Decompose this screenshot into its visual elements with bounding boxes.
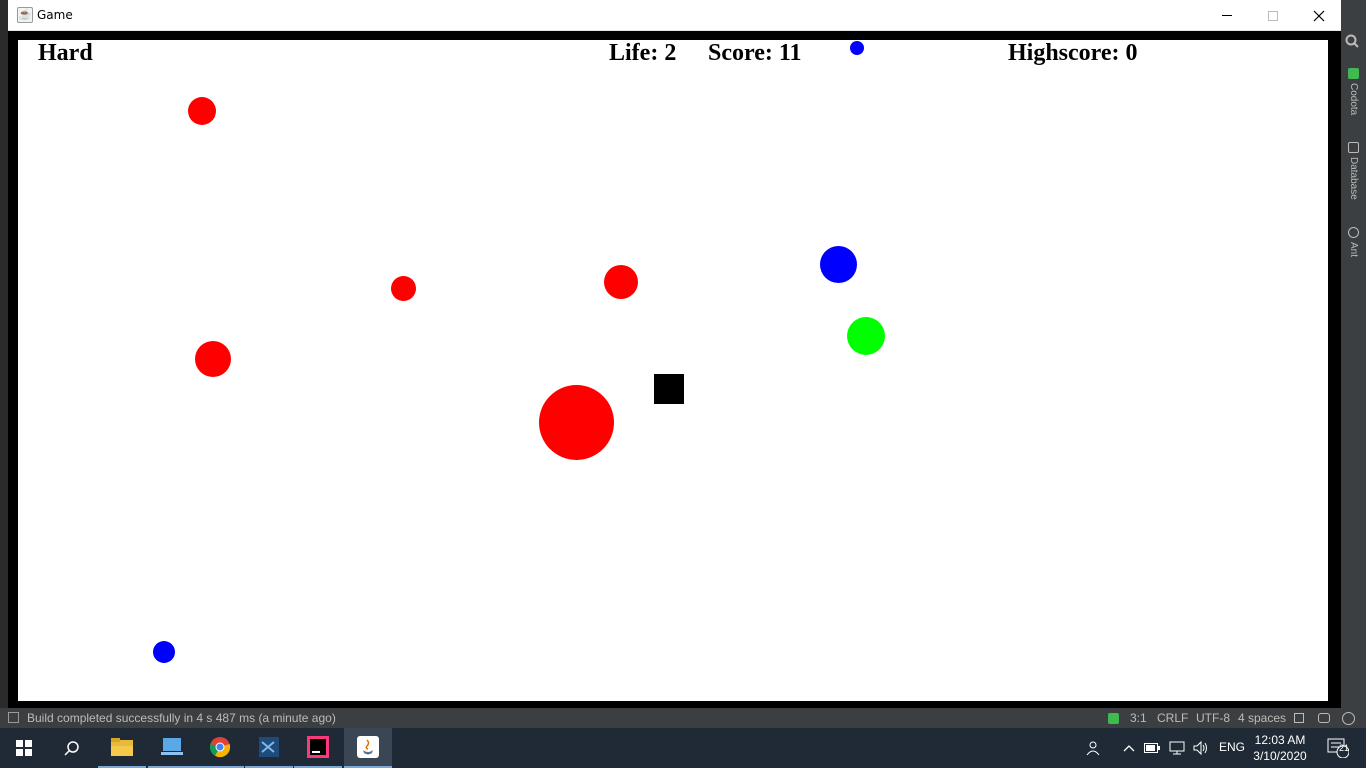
- clock-date: 3/10/2020: [1253, 749, 1307, 763]
- difficulty-label: Hard: [38, 40, 93, 66]
- codota-tool[interactable]: Codota: [1341, 68, 1366, 115]
- chrome-icon: [209, 737, 231, 758]
- network-button[interactable]: [1166, 728, 1188, 768]
- vscode-button[interactable]: [245, 728, 293, 768]
- build-status-message[interactable]: Build completed successfully in 4 s 487 …: [27, 711, 336, 725]
- blue-ball: [153, 641, 175, 663]
- language-indicator[interactable]: ENG: [1219, 740, 1245, 754]
- maximize-icon: [1268, 10, 1278, 21]
- java-icon: [357, 736, 379, 758]
- database-icon: [1348, 142, 1359, 153]
- codota-status-icon[interactable]: [1108, 713, 1119, 724]
- ide-tool-strip: Codota Database Ant: [1341, 0, 1366, 708]
- close-icon: [1313, 10, 1325, 21]
- chevron-up-icon: [1123, 745, 1135, 752]
- ide-status-bar: Build completed successfully in 4 s 487 …: [0, 708, 1366, 728]
- caret-position[interactable]: 3:1: [1130, 711, 1147, 725]
- minimize-button[interactable]: [1204, 0, 1250, 31]
- intellij-icon: [307, 736, 329, 758]
- java-app-button[interactable]: [344, 728, 392, 768]
- battery-icon: [1144, 743, 1160, 753]
- ant-icon: [1348, 227, 1359, 238]
- people-button[interactable]: [1072, 728, 1112, 768]
- score-counter: Score: 11: [708, 40, 802, 66]
- red-ball: [195, 341, 231, 377]
- pc-icon: [161, 738, 183, 755]
- game-canvas[interactable]: Hard Life: 2 Score: 11 Highscore: 0: [18, 40, 1328, 701]
- volume-icon: [1193, 741, 1207, 755]
- line-separator[interactable]: CRLF: [1157, 711, 1188, 725]
- clock[interactable]: 12:03 AM 3/10/2020: [1248, 732, 1312, 764]
- file-encoding[interactable]: UTF-8: [1196, 711, 1230, 725]
- volume-button[interactable]: [1190, 728, 1212, 768]
- java-app-icon: ☕: [17, 7, 33, 23]
- clock-time: 12:03 AM: [1254, 733, 1306, 747]
- codota-icon: [1348, 68, 1359, 79]
- search-button[interactable]: [48, 728, 96, 768]
- indent-setting[interactable]: 4 spaces: [1238, 711, 1286, 725]
- chrome-button[interactable]: [196, 728, 244, 768]
- intellij-button[interactable]: [294, 728, 342, 768]
- green-ball: [847, 317, 885, 355]
- maximize-button[interactable]: [1250, 0, 1296, 31]
- minimize-icon: [1222, 15, 1232, 16]
- vscode-icon: [259, 737, 279, 757]
- player-square[interactable]: [654, 374, 684, 404]
- ide-search-icon[interactable]: [1345, 34, 1359, 51]
- start-button[interactable]: [0, 728, 48, 768]
- people-icon: [1086, 741, 1100, 756]
- database-tool[interactable]: Database: [1341, 142, 1366, 200]
- life-counter: Life: 2: [609, 40, 677, 66]
- network-icon: [1169, 741, 1185, 755]
- lock-icon[interactable]: [1294, 713, 1304, 723]
- red-ball: [391, 276, 416, 301]
- this-pc-button[interactable]: [148, 728, 196, 768]
- event-log-icon[interactable]: [8, 712, 19, 723]
- blue-ball: [850, 41, 864, 55]
- battery-button[interactable]: [1142, 728, 1162, 768]
- notification-count: 21: [1339, 743, 1350, 753]
- highscore-counter: Highscore: 0: [1008, 40, 1138, 66]
- red-ball: [188, 97, 216, 125]
- inspector-icon[interactable]: [1318, 713, 1330, 723]
- event-icon[interactable]: [1342, 712, 1355, 725]
- action-center-button[interactable]: 21: [1318, 728, 1358, 768]
- window-title: Game: [37, 8, 73, 22]
- windows-start-icon: [16, 740, 32, 756]
- search-icon: [64, 741, 79, 756]
- red-ball: [604, 265, 638, 299]
- blue-ball: [820, 246, 857, 283]
- game-window: ☕ Game Hard Life: 2 Score: 11 Highscore:…: [8, 0, 1341, 712]
- file-explorer-icon: [111, 738, 133, 756]
- ant-tool[interactable]: Ant: [1341, 227, 1366, 257]
- large-red-ball: [539, 385, 614, 460]
- title-bar[interactable]: ☕ Game: [8, 0, 1341, 31]
- close-button[interactable]: [1296, 0, 1342, 31]
- tray-overflow-button[interactable]: [1118, 728, 1140, 768]
- file-explorer-button[interactable]: [98, 728, 146, 768]
- taskbar: ENG 12:03 AM 3/10/2020 21: [0, 728, 1366, 768]
